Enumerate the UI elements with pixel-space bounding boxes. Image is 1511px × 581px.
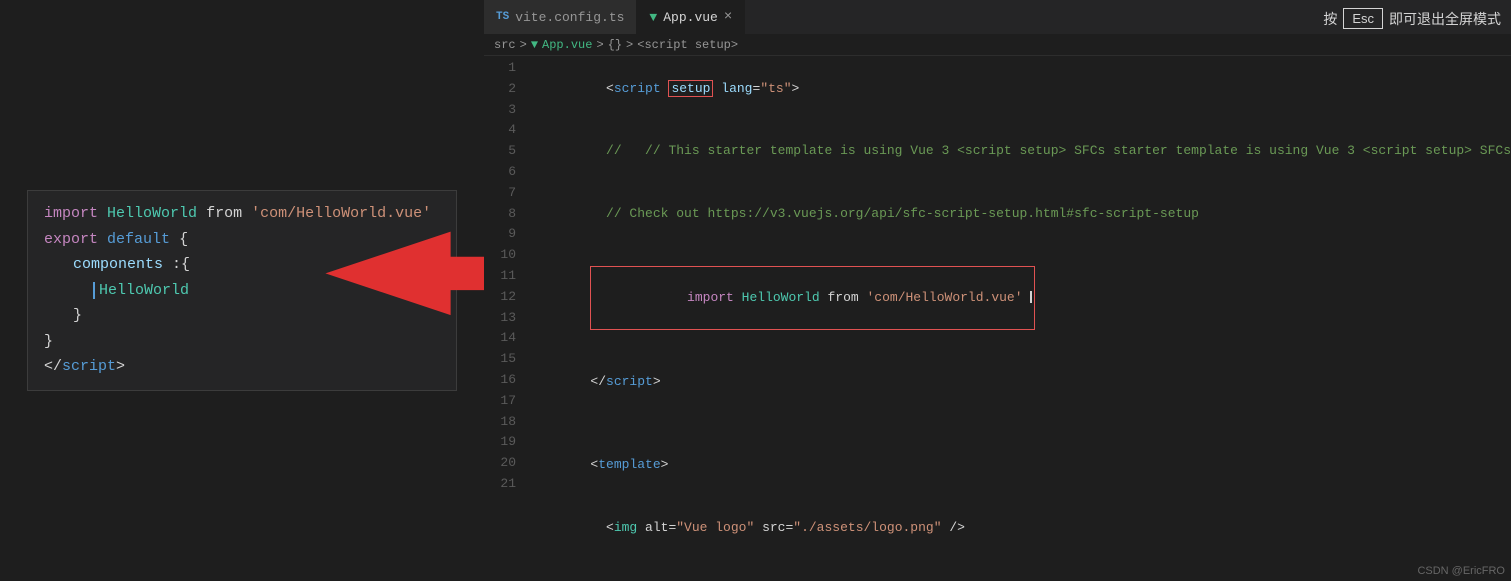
snippet-line-2: export default { (44, 227, 440, 253)
snippet-export-keyword: export (44, 231, 98, 248)
breadcrumb: src > ▼ App.vue > {} > <script setup> 按 … (484, 35, 1511, 56)
hint-suffix: 即可退出全屏模式 (1389, 9, 1501, 29)
snippet-helloworld-id: HelloWorld (107, 205, 197, 222)
line-num-18: 18 (484, 412, 516, 433)
code-content: <script setup lang="ts"> // // This star… (524, 56, 1511, 581)
code-line-1: <script setup lang="ts"> (528, 58, 1511, 120)
import-line-highlight: import HelloWorld from 'com/HelloWorld.v… (590, 266, 1035, 330)
snippet-default-keyword: default (107, 231, 170, 248)
line-num-20: 20 (484, 453, 516, 474)
ts-badge: TS (496, 11, 509, 23)
snippet-line-4: HelloWorld (44, 278, 440, 304)
cursor (1030, 291, 1032, 303)
code-line-6 (528, 414, 1511, 435)
code-snippet: import HelloWorld from 'com/HelloWorld.v… (27, 190, 457, 391)
snippet-line-7: </script> (44, 354, 440, 380)
snippet-from-path: 'com/HelloWorld.vue' (251, 205, 431, 222)
snippet-components-key: components (73, 256, 163, 273)
fullscreen-hint: 按 Esc 即可退出全屏模式 (1323, 8, 1501, 29)
line-num-3: 3 (484, 100, 516, 121)
tab-app-vue-label: App.vue (663, 10, 718, 25)
code-area: 1 2 3 4 5 6 7 8 9 10 11 12 13 14 15 16 1… (484, 56, 1511, 581)
breadcrumb-sep2: > (596, 38, 603, 52)
line-num-7: 7 (484, 183, 516, 204)
line-num-16: 16 (484, 370, 516, 391)
code-line-7: <template> (528, 434, 1511, 496)
breadcrumb-braces: {} (608, 38, 622, 52)
line-num-8: 8 (484, 204, 516, 225)
snippet-line-1: import HelloWorld from 'com/HelloWorld.v… (44, 201, 440, 227)
breadcrumb-sep3: > (626, 38, 633, 52)
line-num-13: 13 (484, 308, 516, 329)
right-panel: TS vite.config.ts ▼ App.vue × src > ▼ Ap… (484, 0, 1511, 581)
snippet-import-keyword: import (44, 205, 98, 222)
line-num-21: 21 (484, 474, 516, 495)
tab-vite-config-label: vite.config.ts (515, 10, 624, 25)
line-num-2: 2 (484, 79, 516, 100)
code-line-2: // // This starter template is using Vue… (528, 120, 1511, 182)
line-num-12: 12 (484, 287, 516, 308)
tab-vite-config[interactable]: TS vite.config.ts (484, 0, 637, 34)
line-num-9: 9 (484, 224, 516, 245)
code-line-5: </script> (528, 351, 1511, 413)
tab-close-button[interactable]: × (724, 9, 732, 25)
line-num-19: 19 (484, 432, 516, 453)
setup-attribute-highlight: setup (668, 80, 713, 97)
line-num-11: 11 (484, 266, 516, 287)
vue-badge: ▼ (649, 10, 657, 25)
hint-prefix: 按 (1323, 9, 1337, 29)
snippet-helloworld-component: HelloWorld (99, 282, 189, 299)
code-line-3: // Check out https://v3.vuejs.org/api/sf… (528, 183, 1511, 245)
line-numbers: 1 2 3 4 5 6 7 8 9 10 11 12 13 14 15 16 1… (484, 56, 524, 581)
line-num-1: 1 (484, 58, 516, 79)
breadcrumb-app-vue: App.vue (542, 38, 592, 52)
credit: CSDN @EricFRO (1417, 565, 1505, 577)
line-num-15: 15 (484, 349, 516, 370)
breadcrumb-sep1: > (520, 38, 527, 52)
code-line-9: <HelloWorld msg="Hello Vue 3 + TypeScrip… (528, 559, 1511, 581)
code-line-4: import HelloWorld from 'com/HelloWorld.v… (528, 245, 1511, 351)
snippet-from: from (206, 205, 242, 222)
tab-app-vue[interactable]: ▼ App.vue × (637, 0, 745, 34)
breadcrumb-src: src (494, 38, 516, 52)
line-num-5: 5 (484, 141, 516, 162)
breadcrumb-script-setup: <script setup> (637, 38, 738, 52)
line-num-4: 4 (484, 120, 516, 141)
snippet-line-5: } (44, 303, 440, 329)
snippet-line-6: } (44, 329, 440, 355)
snippet-line-3: components :{ (44, 252, 440, 278)
code-line-8: <img alt="Vue logo" src="./assets/logo.p… (528, 497, 1511, 559)
line-num-17: 17 (484, 391, 516, 412)
esc-key[interactable]: Esc (1343, 8, 1383, 29)
left-panel: import HelloWorld from 'com/HelloWorld.v… (0, 0, 484, 581)
line-num-10: 10 (484, 245, 516, 266)
line-num-14: 14 (484, 328, 516, 349)
breadcrumb-vue-icon: ▼ (531, 38, 538, 52)
line-num-6: 6 (484, 162, 516, 183)
